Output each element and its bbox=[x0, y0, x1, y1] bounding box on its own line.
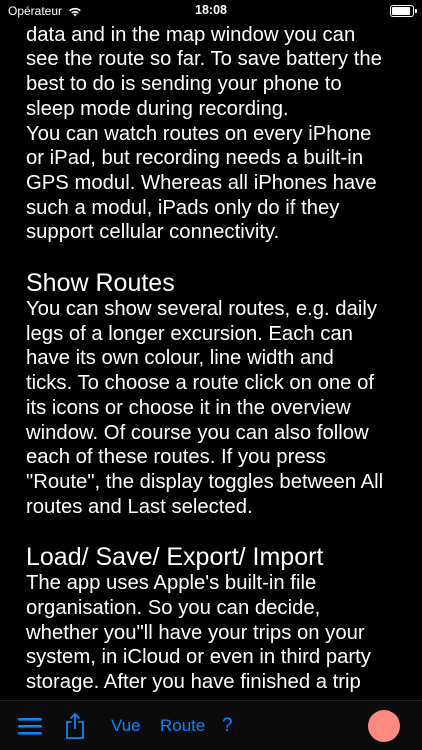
help-button[interactable]: ? bbox=[222, 701, 233, 750]
intro-paragraph: The record window shows the current data… bbox=[26, 0, 382, 244]
status-bar: Opérateur 18:08 bbox=[0, 0, 422, 22]
section-title-show-routes: Show Routes bbox=[26, 269, 175, 298]
record-circle-icon bbox=[368, 710, 400, 742]
help-text: The record window shows the current data… bbox=[26, 0, 408, 698]
hamburger-menu-icon bbox=[18, 718, 42, 735]
bottom-toolbar: Vue Route ? bbox=[0, 700, 422, 750]
route-button[interactable]: Route bbox=[160, 701, 205, 750]
share-button[interactable] bbox=[64, 701, 86, 750]
section-title-load-save: Load/ Save/ Export/ Import bbox=[26, 543, 324, 572]
section-body-load-save: The app uses Apple's built-in file organ… bbox=[26, 572, 371, 694]
share-icon bbox=[66, 712, 84, 739]
section-body-show-routes: You can show several routes, e.g. daily … bbox=[26, 298, 384, 518]
record-button[interactable] bbox=[368, 701, 400, 750]
battery-icon bbox=[390, 5, 417, 17]
vue-button[interactable]: Vue bbox=[111, 701, 141, 750]
status-time: 18:08 bbox=[195, 3, 227, 17]
menu-button[interactable] bbox=[18, 701, 42, 750]
battery-fill bbox=[392, 7, 411, 15]
